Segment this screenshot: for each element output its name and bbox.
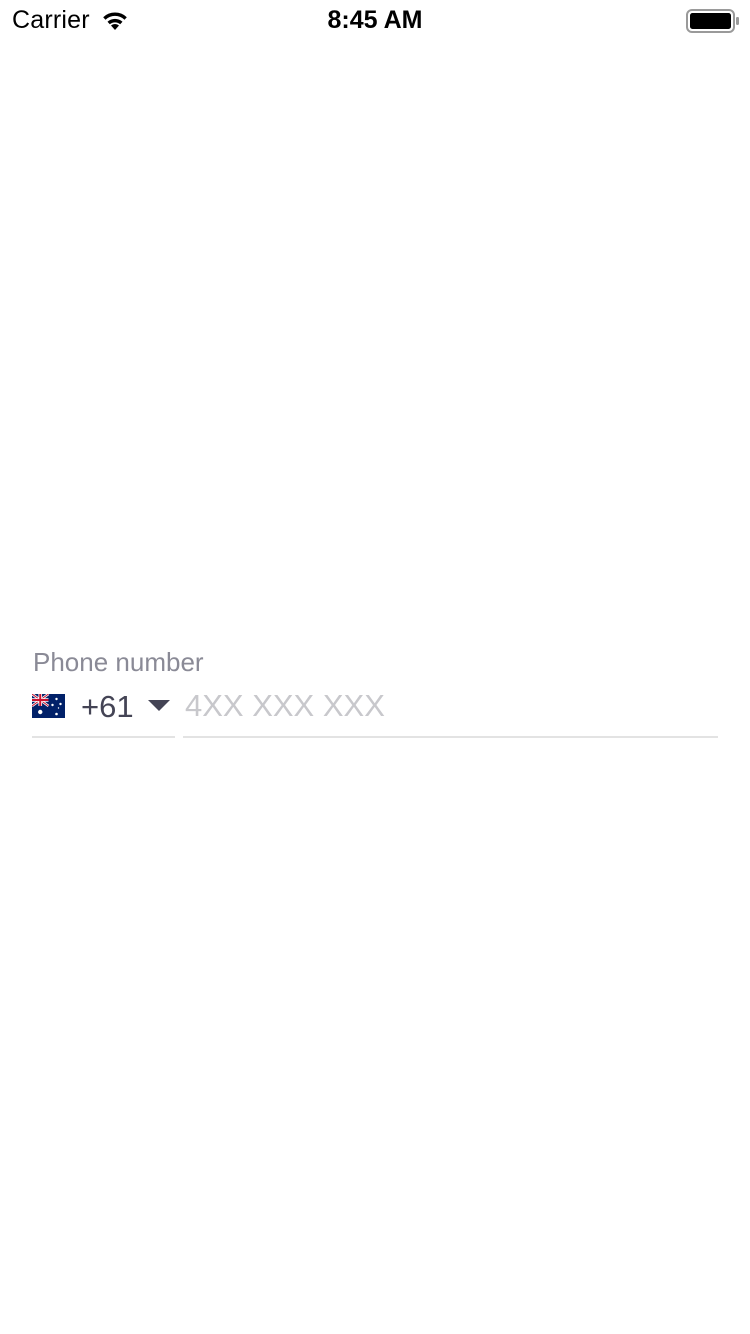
country-code-selector[interactable]: +61 [32,684,175,738]
australia-flag-icon [32,694,65,718]
battery-icon [686,9,739,33]
phone-input-container [183,684,720,738]
phone-number-input[interactable] [183,684,720,728]
dial-code: +61 [81,689,134,724]
phone-number-label: Phone number [33,647,204,677]
status-bar: Carrier 8:45 AM [0,0,750,40]
clock-time: 8:45 AM [327,6,423,34]
chevron-down-icon [148,700,170,711]
